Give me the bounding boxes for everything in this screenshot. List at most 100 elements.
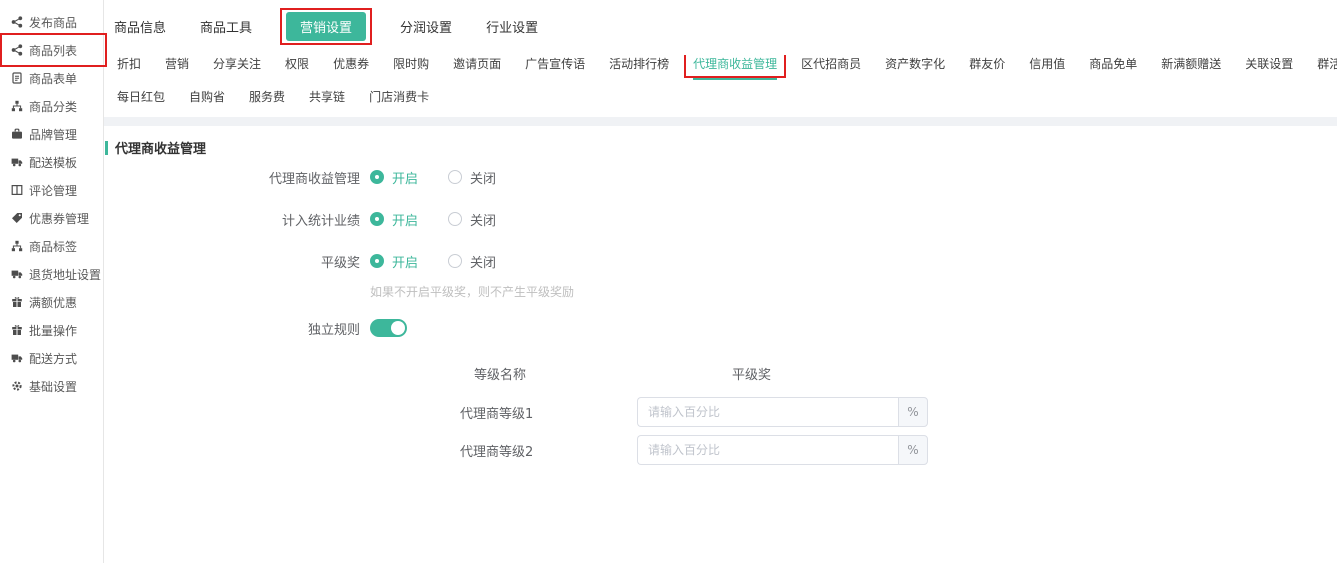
percent-input-group: %	[637, 397, 928, 427]
radio-off-label[interactable]: 关闭	[470, 168, 496, 187]
sidebar-item-shipping-template[interactable]: 配送模板	[0, 148, 103, 176]
field-label: 平级奖	[104, 252, 360, 271]
subtab-group-qr[interactable]: 群活码	[1317, 55, 1337, 78]
settings-form: 代理商收益管理 开启 关闭 计入统计业绩 开启 关闭	[104, 167, 1337, 465]
tab-marketing-settings[interactable]: 营销设置	[286, 12, 366, 41]
sidebar-item-full-discount[interactable]: 满额优惠	[0, 288, 103, 316]
percent-suffix: %	[898, 397, 928, 427]
sidebar-item-product-list[interactable]: 商品列表	[0, 36, 103, 64]
tab-product-tools[interactable]: 商品工具	[200, 17, 252, 36]
radio-off[interactable]	[448, 254, 462, 268]
sidebar-item-shipping-method[interactable]: 配送方式	[0, 344, 103, 372]
sidebar-item-label: 配送模板	[29, 154, 77, 171]
column-header-peer-award: 平级奖	[637, 364, 928, 383]
radio-on-selected[interactable]	[370, 212, 384, 226]
sidebar-item-label: 商品列表	[29, 42, 77, 59]
content-card: 代理商收益管理 代理商收益管理 开启 关闭 计入统计业绩	[104, 126, 1337, 563]
secondary-tabs: 折扣 营销 分享关注 权限 优惠券 限时购 邀请页面 广告宣传语 活动排行榜 代…	[117, 55, 1337, 80]
subtab-new-full-gift[interactable]: 新满额赠送	[1161, 55, 1221, 78]
sidebar-item-coupon-management[interactable]: 优惠券管理	[0, 204, 103, 232]
share-nodes-icon	[10, 44, 23, 57]
radio-on-label[interactable]: 开启	[392, 168, 418, 187]
sidebar-item-label: 退货地址设置	[29, 266, 101, 283]
level-name: 代理商等级1	[440, 403, 560, 422]
subtab-service-fee[interactable]: 服务费	[249, 88, 285, 107]
subtab-credit-value[interactable]: 信用值	[1029, 55, 1065, 78]
subtab-share-follow[interactable]: 分享关注	[213, 55, 261, 78]
sidebar-item-product-form[interactable]: 商品表单	[0, 64, 103, 92]
sidebar-item-basic-settings[interactable]: 基础设置	[0, 372, 103, 400]
subtab-group-price[interactable]: 群友价	[969, 55, 1005, 78]
gear-icon	[10, 380, 23, 393]
primary-tabs: 商品信息 商品工具 营销设置 分润设置 行业设置	[114, 12, 1337, 41]
radio-off[interactable]	[448, 212, 462, 226]
radio-on-label[interactable]: 开启	[392, 252, 418, 271]
subtab-asset-digitization[interactable]: 资产数字化	[885, 55, 945, 78]
subtab-share-chain[interactable]: 共享链	[309, 88, 345, 107]
subtab-flash-sale[interactable]: 限时购	[393, 55, 429, 78]
field-label: 代理商收益管理	[104, 168, 360, 187]
tab-product-info[interactable]: 商品信息	[114, 17, 166, 36]
main-area: 商品信息 商品工具 营销设置 分润设置 行业设置 折扣 营销 分享关注 权限 优…	[104, 0, 1337, 563]
tabs-card: 商品信息 商品工具 营销设置 分润设置 行业设置 折扣 营销 分享关注 权限 优…	[104, 0, 1337, 117]
form-row-independent-rule: 独立规则	[104, 318, 1337, 338]
tag-icon	[10, 212, 23, 225]
sidebar-item-product-category[interactable]: 商品分类	[0, 92, 103, 120]
sidebar-item-label: 优惠券管理	[29, 210, 89, 227]
sidebar-item-product-tags[interactable]: 商品标签	[0, 232, 103, 260]
subtab-district-agent-recruiter[interactable]: 区代招商员	[801, 55, 861, 78]
columns-icon	[10, 184, 23, 197]
tab-profit-settings[interactable]: 分润设置	[400, 17, 452, 36]
share-nodes-icon	[10, 16, 23, 29]
sidebar-item-publish-product[interactable]: 发布商品	[0, 8, 103, 36]
sidebar-item-label: 批量操作	[29, 322, 77, 339]
subtab-invite-page[interactable]: 邀请页面	[453, 55, 501, 78]
radio-on-label[interactable]: 开启	[392, 210, 418, 229]
sidebar-item-batch-operations[interactable]: 批量操作	[0, 316, 103, 344]
percent-input-group: %	[637, 435, 928, 465]
level-table: 等级名称 平级奖 代理商等级1 % 代理商等级2	[440, 364, 1337, 465]
subtab-daily-red-packet[interactable]: 每日红包	[117, 88, 165, 107]
sidebar-item-return-address[interactable]: 退货地址设置	[0, 260, 103, 288]
radio-off-label[interactable]: 关闭	[470, 252, 496, 271]
subtab-free-order[interactable]: 商品免单	[1089, 55, 1137, 78]
form-row-peer-award: 平级奖 开启 关闭	[104, 251, 1337, 271]
peer-award-percent-input[interactable]	[637, 435, 898, 465]
subtab-permissions[interactable]: 权限	[285, 55, 309, 78]
table-row: 代理商等级1 %	[440, 397, 1337, 427]
sidebar-item-brand-management[interactable]: 品牌管理	[0, 120, 103, 148]
truck-icon	[10, 268, 23, 281]
radio-off-label[interactable]: 关闭	[470, 210, 496, 229]
file-icon	[10, 72, 23, 85]
subtab-ad-slogan[interactable]: 广告宣传语	[525, 55, 585, 78]
field-label: 计入统计业绩	[104, 210, 360, 229]
sidebar-item-review-management[interactable]: 评论管理	[0, 176, 103, 204]
subtab-coupon[interactable]: 优惠券	[333, 55, 369, 78]
radio-on-selected[interactable]	[370, 170, 384, 184]
subtab-relation-settings[interactable]: 关联设置	[1245, 55, 1293, 78]
percent-suffix: %	[898, 435, 928, 465]
form-row-count-statistics: 计入统计业绩 开启 关闭	[104, 209, 1337, 229]
sidebar-item-label: 商品标签	[29, 238, 77, 255]
form-row-agent-revenue: 代理商收益管理 开启 关闭	[104, 167, 1337, 187]
section-title-text: 代理商收益管理	[115, 138, 206, 157]
tab-industry-settings[interactable]: 行业设置	[486, 17, 538, 36]
table-header-row: 等级名称 平级奖	[440, 364, 1337, 383]
independent-rule-toggle-on[interactable]	[370, 319, 407, 337]
subtab-agent-revenue-management[interactable]: 代理商收益管理	[693, 55, 777, 80]
sidebar-item-label: 品牌管理	[29, 126, 77, 143]
subtab-activity-ranking[interactable]: 活动排行榜	[609, 55, 669, 78]
subtab-self-purchase-save[interactable]: 自购省	[189, 88, 225, 107]
level-name: 代理商等级2	[440, 441, 560, 460]
subtab-discount[interactable]: 折扣	[117, 55, 141, 78]
radio-off[interactable]	[448, 170, 462, 184]
sidebar-item-label: 商品分类	[29, 98, 77, 115]
gift-icon	[10, 296, 23, 309]
peer-award-percent-input[interactable]	[637, 397, 898, 427]
sidebar-item-label: 满额优惠	[29, 294, 77, 311]
subtab-marketing[interactable]: 营销	[165, 55, 189, 78]
sidebar-item-label: 评论管理	[29, 182, 77, 199]
app-window: 发布商品 商品列表 商品表单 商品分类 品牌管理 配送模板 评论管理 优惠券管	[0, 0, 1337, 563]
radio-on-selected[interactable]	[370, 254, 384, 268]
subtab-store-consume-card[interactable]: 门店消费卡	[369, 88, 429, 107]
